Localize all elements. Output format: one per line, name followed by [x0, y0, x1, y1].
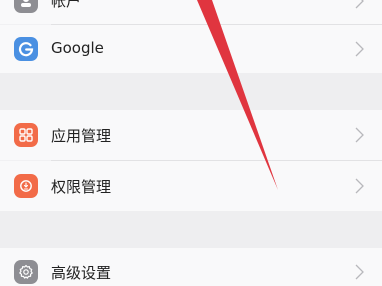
settings-item-account[interactable]: 帐户 [0, 0, 382, 24]
settings-item-label: 应用管理 [51, 127, 112, 145]
settings-item-label: 高级设置 [51, 264, 112, 282]
chevron-right-icon [355, 41, 364, 57]
settings-item-label: Google [51, 39, 104, 57]
permission-shield-icon [14, 174, 38, 198]
account-icon [14, 0, 38, 13]
chevron-right-icon [355, 178, 364, 194]
settings-item-app-management[interactable]: 应用管理 [0, 110, 382, 160]
settings-item-permission-management[interactable]: 权限管理 [0, 161, 382, 211]
section-gap [0, 73, 382, 110]
settings-screen: 帐户 Google 应用管理 权限管理 高级设置 [0, 0, 382, 286]
chevron-right-icon [355, 264, 364, 280]
settings-item-google[interactable]: Google [0, 25, 382, 73]
apps-grid-icon [14, 123, 38, 147]
section-gap [0, 211, 382, 248]
settings-item-label: 权限管理 [51, 178, 112, 196]
settings-item-label: 帐户 [51, 0, 82, 10]
google-icon [14, 37, 38, 61]
chevron-right-icon [355, 127, 364, 143]
chevron-right-icon [355, 0, 364, 9]
settings-item-advanced[interactable]: 高级设置 [0, 248, 382, 286]
gear-icon [14, 260, 38, 284]
